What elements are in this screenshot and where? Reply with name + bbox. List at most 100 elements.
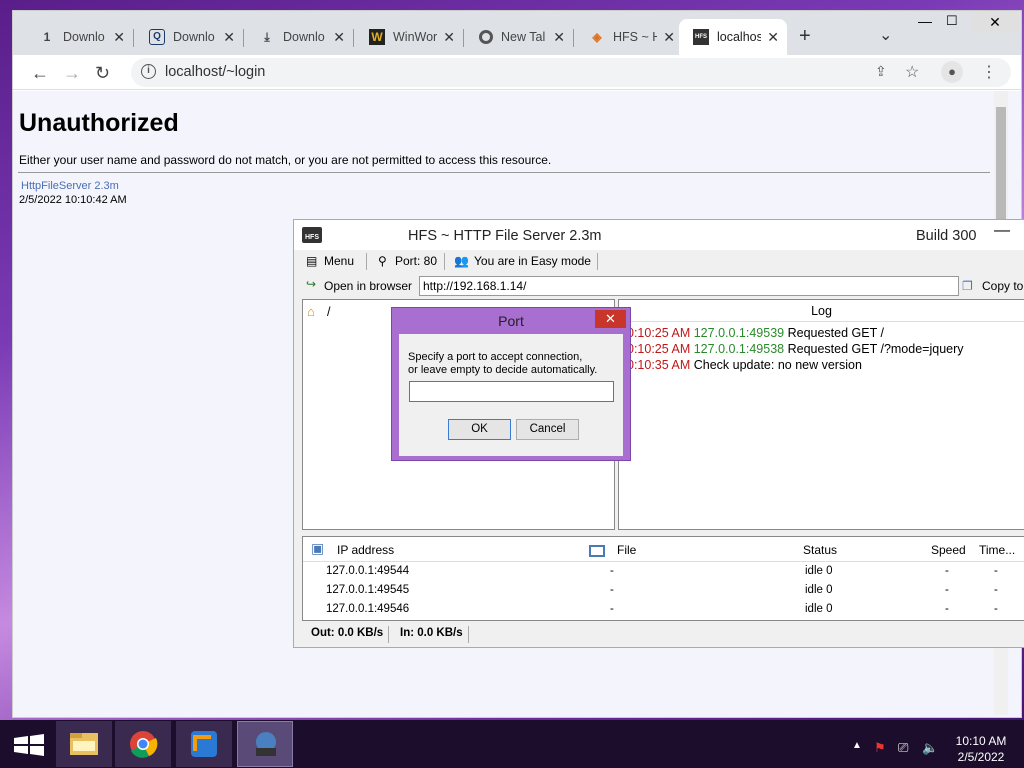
chrome-icon[interactable] bbox=[115, 721, 171, 767]
col-speed[interactable]: Speed bbox=[931, 543, 966, 557]
browser-toolbar: ← → ↻ i localhost/~login ⇪ ☆ ● ⋮ bbox=[13, 55, 1021, 90]
file-icon bbox=[589, 545, 605, 557]
profile-icon[interactable]: ● bbox=[941, 61, 963, 83]
hfs-title: HFS ~ HTTP File Server 2.3m bbox=[408, 228, 602, 244]
open-in-browser-button[interactable]: Open in browser bbox=[324, 279, 412, 293]
close-tab-icon[interactable]: ✕ bbox=[443, 29, 455, 46]
error-message: Either your user name and password do no… bbox=[19, 153, 552, 167]
menu-button[interactable]: Menu bbox=[324, 254, 354, 268]
hfs-logo-icon: HFS bbox=[302, 227, 322, 243]
tab-3[interactable]: ⤓ Downlo ✕ bbox=[245, 19, 354, 55]
tab-label: Downlo bbox=[173, 30, 215, 44]
tab-strip: 1 Downlo ✕ Q Downlo ✕ ⤓ Downlo ✕ W WinWor ✕ G New… bbox=[13, 11, 1021, 55]
minimize-icon[interactable]: — bbox=[994, 222, 1010, 240]
page-title: Unauthorized bbox=[19, 109, 179, 137]
more-menu-icon[interactable]: ⋮ bbox=[981, 62, 997, 82]
users-icon: 👥 bbox=[454, 254, 469, 268]
tab-1[interactable]: 1 Downlo ✕ bbox=[25, 19, 134, 55]
copy-icon: ❐ bbox=[962, 279, 973, 293]
divider bbox=[18, 172, 990, 173]
conn-file: - bbox=[610, 565, 614, 577]
volume-icon[interactable]: 🔈 bbox=[922, 740, 938, 756]
conn-ip: 127.0.0.1:49545 bbox=[326, 584, 410, 596]
plug-icon: ⚲ bbox=[378, 254, 387, 268]
ok-button[interactable]: OK bbox=[448, 419, 511, 440]
cancel-button[interactable]: Cancel bbox=[516, 419, 579, 440]
close-icon[interactable]: ✕ bbox=[595, 310, 626, 328]
close-tab-icon[interactable]: ✕ bbox=[663, 29, 675, 46]
page-datetime: 2/5/2022 10:10:42 AM bbox=[19, 194, 127, 206]
start-button[interactable] bbox=[4, 721, 60, 767]
forward-icon[interactable]: → bbox=[63, 63, 81, 84]
port-input[interactable] bbox=[409, 381, 614, 402]
flag-icon[interactable]: ⚑ bbox=[874, 740, 886, 756]
maximize-icon[interactable]: ☐ bbox=[946, 13, 958, 29]
mode-button[interactable]: You are in Easy mode bbox=[474, 254, 591, 268]
hfs-build: Build 300 bbox=[916, 228, 977, 244]
address-bar[interactable]: i localhost/~login ⇪ ☆ bbox=[131, 58, 1011, 87]
close-tab-icon[interactable]: ✕ bbox=[333, 29, 345, 46]
tab-5[interactable]: G New Tal ✕ bbox=[465, 19, 574, 55]
close-tab-icon[interactable]: ✕ bbox=[223, 29, 235, 46]
tab-7-active[interactable]: HFS localhos ✕ bbox=[679, 19, 787, 55]
hfs-taskbar-icon[interactable] bbox=[237, 721, 293, 767]
port-dialog: Port ✕ Specify a port to accept connecti… bbox=[391, 307, 631, 461]
close-tab-icon[interactable]: ✕ bbox=[767, 29, 779, 46]
conn-time: - bbox=[994, 603, 998, 615]
minimize-icon[interactable]: — bbox=[918, 13, 932, 29]
conn-status: idle 0 bbox=[805, 584, 833, 596]
tab-search-icon[interactable]: ⌄ bbox=[879, 25, 892, 45]
copy-to-button[interactable]: Copy to bbox=[982, 279, 1023, 293]
clock-date: 2/5/2022 bbox=[957, 750, 1005, 764]
tab-label: Downlo bbox=[283, 30, 325, 44]
dialog-text: Specify a port to accept connection, or l… bbox=[408, 351, 597, 377]
log-msg: Requested GET / bbox=[787, 326, 884, 340]
new-tab-button[interactable]: + bbox=[799, 25, 811, 48]
out-speed: Out: 0.0 KB/s bbox=[311, 627, 384, 639]
taskbar bbox=[0, 720, 1024, 768]
conn-speed: - bbox=[945, 565, 949, 577]
log-panel[interactable]: Log 0:10:25 AM 127.0.0.1:49539 Requested… bbox=[618, 299, 1024, 530]
hfs-menubar: ▤ Menu ⚲ Port: 80 👥 You are in Easy mode bbox=[294, 250, 1024, 273]
log-msg: Check update: no new version bbox=[693, 358, 862, 372]
network-tray-icon[interactable]: ⎚ bbox=[898, 740, 908, 756]
server-link[interactable]: HttpFileServer 2.3m bbox=[21, 180, 119, 192]
clock[interactable]: 10:10 AM 2/5/2022 bbox=[948, 733, 1014, 765]
share-icon[interactable]: ⇪ bbox=[875, 63, 887, 80]
col-file[interactable]: File bbox=[617, 543, 636, 557]
connections-table[interactable]: ▣ IP address File Status Speed Time... 1… bbox=[302, 536, 1024, 621]
col-ip[interactable]: IP address bbox=[337, 543, 394, 557]
chrome-favicon-icon: G bbox=[479, 30, 493, 44]
reload-icon[interactable]: ↻ bbox=[95, 63, 110, 84]
file-explorer-icon[interactable] bbox=[56, 721, 112, 767]
tab-favicon-icon: ◈ bbox=[592, 30, 602, 44]
bookmark-star-icon[interactable]: ☆ bbox=[905, 62, 919, 82]
show-hidden-icons[interactable]: ▲ bbox=[852, 740, 862, 751]
dialog-body: Specify a port to accept connection, or l… bbox=[399, 334, 623, 456]
close-tab-icon[interactable]: ✕ bbox=[553, 29, 565, 46]
col-time[interactable]: Time... bbox=[979, 543, 1015, 557]
back-icon[interactable]: ← bbox=[31, 63, 49, 84]
close-tab-icon[interactable]: ✕ bbox=[113, 29, 125, 46]
tab-4[interactable]: W WinWor ✕ bbox=[355, 19, 464, 55]
windows-logo-icon bbox=[14, 734, 44, 756]
log-time: 0:10:35 AM bbox=[627, 358, 691, 372]
info-icon[interactable]: i bbox=[141, 64, 156, 79]
log-ip: 127.0.0.1:49538 bbox=[693, 342, 785, 356]
conn-ip: 127.0.0.1:49544 bbox=[326, 565, 410, 577]
close-window-icon[interactable]: ✕ bbox=[971, 11, 1019, 33]
log-time: 0:10:25 AM bbox=[627, 326, 691, 340]
col-status[interactable]: Status bbox=[803, 543, 837, 557]
tab-6[interactable]: ◈ HFS ~ H ✕ bbox=[575, 19, 683, 55]
tab-label: localhos bbox=[717, 30, 761, 44]
vfs-root[interactable]: / bbox=[327, 305, 330, 319]
log-line: 0:10:25 AM 127.0.0.1:49539 Requested GET… bbox=[627, 326, 884, 340]
tab-2[interactable]: Q Downlo ✕ bbox=[135, 19, 244, 55]
tab-favicon-icon: W bbox=[369, 29, 385, 45]
app-icon[interactable] bbox=[176, 721, 232, 767]
url-field[interactable]: http://192.168.1.14/ bbox=[419, 276, 959, 296]
tab-favicon-icon: Q bbox=[149, 29, 165, 45]
port-button[interactable]: Port: 80 bbox=[395, 254, 437, 268]
conn-time: - bbox=[994, 584, 998, 596]
conn-speed: - bbox=[945, 584, 949, 596]
